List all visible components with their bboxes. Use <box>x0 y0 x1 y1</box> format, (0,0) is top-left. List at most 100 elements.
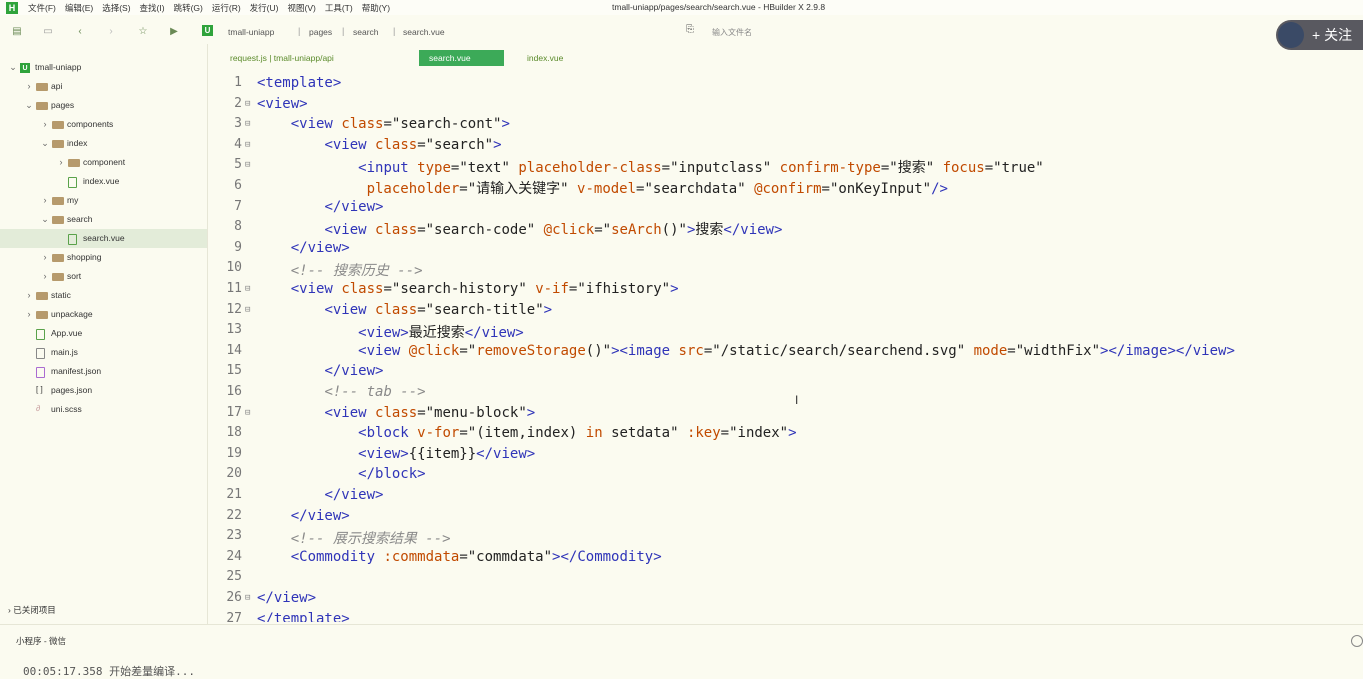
code-line[interactable]: 20 </block> <box>208 466 1363 486</box>
code-line[interactable]: 4 ⊟ <view class="search"> <box>208 137 1363 157</box>
tree-item[interactable]: main.js <box>0 343 207 362</box>
fold-icon[interactable]: ⊟ <box>245 284 250 294</box>
tree-item[interactable]: ⌄ Utmall-uniapp <box>0 58 207 77</box>
code-line[interactable]: 27 </template> <box>208 611 1363 622</box>
fold-icon[interactable]: ⊟ <box>245 119 250 129</box>
menu-find[interactable]: 查找(I) <box>140 2 165 14</box>
tree-item[interactable]: › api <box>0 77 207 96</box>
closed-projects-toggle[interactable]: › 已关闭项目 <box>8 604 56 616</box>
chevron-right-icon[interactable]: › <box>24 81 34 91</box>
console-tab-miniprogram[interactable]: 小程序 - 微信 <box>16 635 66 647</box>
code-line[interactable]: 16 <!-- tab --> <box>208 384 1363 404</box>
code-line[interactable]: 5 ⊟ <input type="text" placeholder-class=… <box>208 157 1363 177</box>
code-line[interactable]: 13 <view>最近搜索</view> <box>208 322 1363 342</box>
code-line[interactable]: 22 </view> <box>208 508 1363 528</box>
follow-button[interactable]: + 关注 <box>1276 20 1363 50</box>
code-line[interactable]: 3 ⊟ <view class="search-cont"> <box>208 116 1363 136</box>
tree-item[interactable]: › unpackage <box>0 305 207 324</box>
code-line[interactable]: 7 </view> <box>208 199 1363 219</box>
tree-item[interactable]: ∂ uni.scss <box>0 400 207 419</box>
back-icon[interactable]: ‹ <box>74 25 86 37</box>
tree-item[interactable]: search.vue <box>0 229 207 248</box>
code-line[interactable]: 19 <view>{{item}}</view> <box>208 446 1363 466</box>
tree-item-label: App.vue <box>51 328 83 338</box>
code-line[interactable]: 23 <!-- 展示搜索结果 --> <box>208 528 1363 548</box>
code-line[interactable]: 2 ⊟ <view> <box>208 96 1363 116</box>
fold-icon[interactable]: ⊟ <box>245 99 250 109</box>
code-editor[interactable]: 1 <template> 2 ⊟ <view> 3 ⊟ <view class="searc… <box>208 72 1363 622</box>
tab-index-vue[interactable]: index.vue <box>517 50 573 66</box>
fold-icon[interactable]: ⊟ <box>245 140 250 150</box>
code-line[interactable]: 10 <!-- 搜索历史 --> <box>208 260 1363 280</box>
menu-view[interactable]: 视图(V) <box>287 2 315 14</box>
tree-item[interactable]: › component <box>0 153 207 172</box>
fold-icon[interactable]: ⊟ <box>245 160 250 170</box>
code-line[interactable]: 8 <view class="search-code" @click="seAr… <box>208 219 1363 239</box>
tree-item[interactable]: › sort <box>0 267 207 286</box>
code-text: <view class="search-title"> <box>324 301 553 318</box>
tab-request-js[interactable]: request.js | tmall-uniapp/api <box>220 50 344 66</box>
menu-tools[interactable]: 工具(T) <box>325 2 353 14</box>
code-line[interactable]: 25 <box>208 569 1363 589</box>
code-line[interactable]: 24 <Commodity :commdata="commdata"></Com… <box>208 549 1363 569</box>
tree-item[interactable]: › components <box>0 115 207 134</box>
menu-help[interactable]: 帮助(Y) <box>362 2 390 14</box>
tree-item[interactable]: App.vue <box>0 324 207 343</box>
breadcrumb-file[interactable]: search.vue <box>403 27 445 37</box>
menu-edit[interactable]: 编辑(E) <box>65 2 93 14</box>
chevron-right-icon[interactable]: › <box>24 309 34 319</box>
chevron-down-icon[interactable]: ⌄ <box>40 138 50 149</box>
file-search-input[interactable]: 输入文件名 <box>712 27 752 38</box>
code-line[interactable]: 9 </view> <box>208 240 1363 260</box>
code-line[interactable]: 18 <block v-for="(item,index) in setdata… <box>208 425 1363 445</box>
menu-publish[interactable]: 发行(U) <box>250 2 279 14</box>
chevron-right-icon[interactable]: › <box>40 119 50 129</box>
tree-item[interactable]: ⌄ search <box>0 210 207 229</box>
code-line[interactable]: 1 <template> <box>208 75 1363 95</box>
fold-icon[interactable]: ⊟ <box>245 305 250 315</box>
chevron-down-icon[interactable]: ⌄ <box>24 100 34 111</box>
tree-item-label: index <box>67 138 88 148</box>
tree-item[interactable]: › my <box>0 191 207 210</box>
tree-item[interactable]: ⌄ index <box>0 134 207 153</box>
menu-select[interactable]: 选择(S) <box>102 2 130 14</box>
code-line[interactable]: 14 <view @click="removeStorage()"><image… <box>208 343 1363 363</box>
chevron-right-icon[interactable]: › <box>40 252 50 262</box>
code-line[interactable]: 11 ⊟ <view class="search-history" v-if="i… <box>208 281 1363 301</box>
tree-item[interactable]: index.vue <box>0 172 207 191</box>
chevron-right-icon[interactable]: › <box>40 271 50 281</box>
code-line[interactable]: 15 </view> <box>208 363 1363 383</box>
star-icon[interactable]: ☆ <box>137 25 149 37</box>
tab-search-vue[interactable]: search.vue <box>419 50 504 66</box>
fold-icon[interactable]: ⊟ <box>245 593 250 603</box>
code-line[interactable]: 6 placeholder="请输入关键字" v-model="searchda… <box>208 178 1363 198</box>
chevron-right-icon[interactable]: › <box>56 157 66 167</box>
console-settings-icon[interactable] <box>1351 635 1363 647</box>
tree-item[interactable]: ⌄ pages <box>0 96 207 115</box>
breadcrumb-pages[interactable]: pages <box>309 27 332 37</box>
fold-icon[interactable]: ⊟ <box>245 408 250 418</box>
new-file-icon[interactable]: ▤ <box>11 25 23 37</box>
menu-goto[interactable]: 跳转(G) <box>174 2 203 14</box>
chevron-right-icon[interactable]: › <box>40 195 50 205</box>
tree-item[interactable]: › shopping <box>0 248 207 267</box>
run-icon[interactable]: ▶ <box>168 25 180 37</box>
code-line[interactable]: 26 ⊟ </view> <box>208 590 1363 610</box>
tree-item[interactable]: [ ] pages.json <box>0 381 207 400</box>
code-line[interactable]: 17 ⊟ <view class="menu-block"> <box>208 405 1363 425</box>
tree-item[interactable]: › static <box>0 286 207 305</box>
tree-item-label: api <box>51 81 63 91</box>
file-search-icon[interactable]: ⎘ <box>686 24 698 36</box>
code-line[interactable]: 12 ⊟ <view class="search-title"> <box>208 302 1363 322</box>
tree-item[interactable]: manifest.json <box>0 362 207 381</box>
chevron-right-icon[interactable]: › <box>24 290 34 300</box>
menu-run[interactable]: 运行(R) <box>212 2 241 14</box>
save-icon[interactable]: ▭ <box>42 25 54 37</box>
chevron-down-icon[interactable]: ⌄ <box>40 214 50 225</box>
chevron-down-icon[interactable]: ⌄ <box>8 62 18 73</box>
breadcrumb-project[interactable]: tmall-uniapp <box>228 27 274 37</box>
code-line[interactable]: 21 </view> <box>208 487 1363 507</box>
menu-file[interactable]: 文件(F) <box>28 2 56 14</box>
forward-icon[interactable]: › <box>105 25 117 37</box>
breadcrumb-search[interactable]: search <box>353 27 379 37</box>
